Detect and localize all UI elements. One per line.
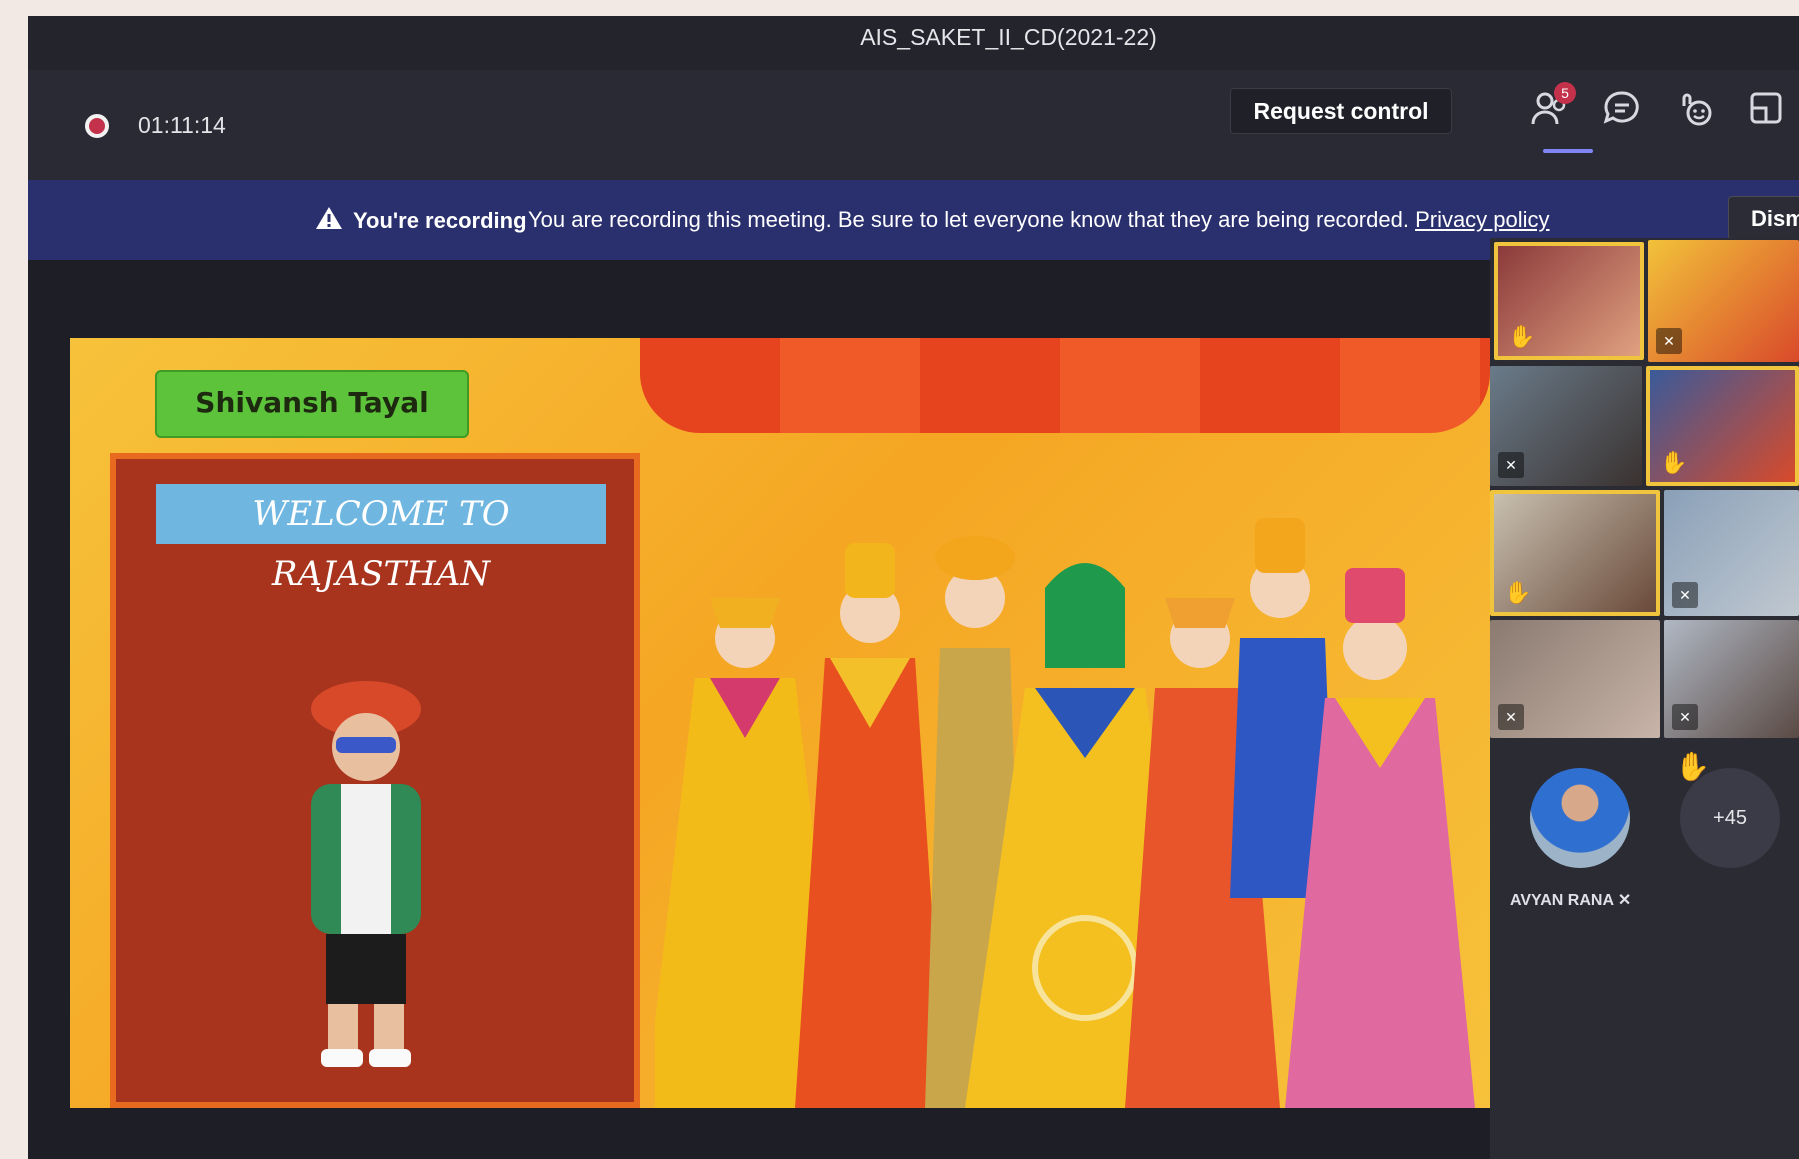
reactions-icon bbox=[1682, 93, 1712, 126]
participant-video-tile[interactable]: ✕ bbox=[1490, 366, 1642, 486]
dismiss-button[interactable]: Dism bbox=[1728, 196, 1799, 240]
mic-off-icon: ✕ bbox=[1498, 704, 1524, 730]
teams-meeting-window: AIS_SAKET_II_CD(2021-22) 01:11:14 Reques… bbox=[28, 16, 1799, 1159]
mic-off-icon: ✕ bbox=[1672, 582, 1698, 608]
warning-icon bbox=[316, 207, 342, 229]
recording-message: You are recording this meeting. Be sure … bbox=[528, 207, 1550, 233]
chat-icon bbox=[1603, 91, 1639, 124]
mic-off-icon: ✕ bbox=[1672, 704, 1698, 730]
student-photo: WELCOME TO RAJASTHAN bbox=[110, 453, 640, 1108]
raised-hand-icon: ✋ bbox=[1504, 580, 1532, 605]
privacy-policy-link[interactable]: Privacy policy bbox=[1415, 207, 1549, 232]
shared-content-stage: Shivansh Tayal WELCOME TO RAJASTHAN bbox=[70, 338, 1490, 1108]
student-figure-image bbox=[311, 681, 421, 1067]
participants-badge: 5 bbox=[1554, 82, 1576, 104]
participant-video-tile[interactable]: ✋ bbox=[1646, 366, 1799, 486]
more-participants-button[interactable]: +45 bbox=[1680, 768, 1780, 868]
photo-welcome-banner: WELCOME TO RAJASTHAN bbox=[156, 484, 606, 594]
participant-video-tile[interactable]: ✕ bbox=[1664, 620, 1799, 738]
participant-video-tile[interactable]: ✋ bbox=[1494, 242, 1644, 360]
chat-button[interactable] bbox=[1600, 86, 1644, 130]
meeting-timer: 01:11:14 bbox=[138, 112, 226, 138]
meeting-title: AIS_SAKET_II_CD(2021-22) bbox=[860, 24, 1157, 50]
participant-name-text: AVYAN RANA bbox=[1510, 892, 1614, 909]
mic-off-icon: ✕ bbox=[1498, 452, 1524, 478]
reactions-button[interactable] bbox=[1672, 86, 1716, 130]
breakout-rooms-button[interactable] bbox=[1744, 86, 1788, 130]
participant-video-tile[interactable]: ✋ bbox=[1490, 490, 1660, 616]
raised-hand-icon: ✋ bbox=[1508, 324, 1536, 349]
mic-off-icon: ✕ bbox=[1617, 892, 1632, 909]
avatar-row: AVYAN RANA ✕ ✋ +45 bbox=[1490, 738, 1799, 938]
participants-button[interactable]: 5 bbox=[1528, 82, 1576, 130]
recording-message-text: You are recording this meeting. Be sure … bbox=[528, 207, 1409, 232]
participant-video-tile[interactable]: ✕ bbox=[1664, 490, 1799, 616]
participant-gallery: ✋ ✕ ✕ ✋ ✋ ✕ ✕ ✕ AVYAN RANA ✕ ✋ +45 bbox=[1490, 238, 1799, 1159]
raised-hand-icon: ✋ bbox=[1660, 450, 1688, 475]
participant-video-tile[interactable]: ✕ bbox=[1490, 620, 1660, 738]
request-control-button[interactable]: Request control bbox=[1230, 88, 1452, 134]
participant-name: AVYAN RANA ✕ bbox=[1510, 890, 1631, 910]
mic-off-icon: ✕ bbox=[1656, 328, 1682, 354]
curtain-decoration bbox=[640, 338, 1490, 433]
participant-video-tile[interactable]: ✕ bbox=[1648, 240, 1799, 362]
avatar[interactable] bbox=[1530, 768, 1630, 868]
title-bar: AIS_SAKET_II_CD(2021-22) bbox=[28, 16, 1799, 70]
active-tab-indicator bbox=[1543, 149, 1593, 153]
breakout-rooms-icon bbox=[1750, 92, 1782, 124]
rajasthani-puppets-illustration bbox=[655, 518, 1475, 1108]
recording-indicator-icon bbox=[85, 114, 109, 138]
recording-label: You're recording bbox=[353, 208, 527, 233]
presenter-name-tag: Shivansh Tayal bbox=[155, 370, 469, 438]
